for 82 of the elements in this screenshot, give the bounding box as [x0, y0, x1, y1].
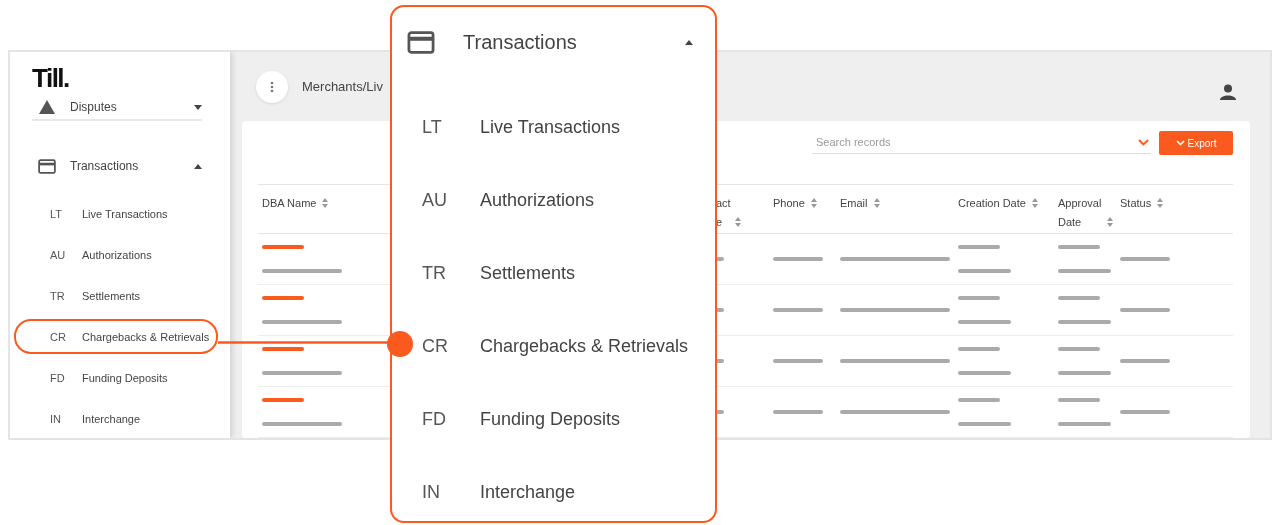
caret-up-icon — [194, 163, 202, 169]
placeholder-bar — [958, 371, 1011, 375]
more-vertical-icon — [270, 80, 274, 93]
menu-section[interactable]: Transactions — [463, 30, 657, 54]
placeholder-bar — [958, 422, 1011, 426]
item-abbreviation: TR — [422, 263, 447, 284]
placeholder-bar — [958, 296, 1000, 300]
placeholder-bar — [773, 308, 823, 312]
sort-icon[interactable] — [1031, 198, 1038, 208]
placeholder-bar — [958, 398, 1000, 402]
placeholder-bar — [773, 410, 823, 414]
placeholder-bar — [262, 245, 304, 249]
menu-item[interactable]: Interchange — [480, 482, 576, 503]
credit-card-icon — [38, 158, 56, 174]
sort-icon[interactable] — [1107, 217, 1114, 227]
column-header[interactable]: Creation Date — [958, 194, 1026, 213]
placeholder-bar — [773, 359, 823, 363]
sidebar-item[interactable]: Authorizations — [82, 248, 152, 261]
placeholder-bar — [1058, 245, 1100, 249]
item-abbreviation: CR — [422, 336, 449, 357]
sidebar-section[interactable]: Transactions — [70, 159, 180, 173]
placeholder-bar — [1058, 422, 1111, 426]
chevron-down-icon[interactable] — [1138, 138, 1149, 146]
sort-icon[interactable] — [322, 198, 329, 208]
menu-item[interactable]: Live Transactions — [480, 117, 621, 138]
placeholder-bar — [773, 257, 823, 261]
placeholder-bar — [1058, 320, 1111, 324]
column-header[interactable]: DBA Name — [262, 194, 317, 213]
placeholder-bar — [1120, 308, 1170, 312]
item-abbreviation: FD — [422, 409, 447, 430]
item-abbreviation: CR — [50, 330, 67, 343]
column-header[interactable]: Approval Date — [1058, 194, 1102, 232]
item-abbreviation: IN — [50, 412, 62, 425]
item-abbreviation: TR — [50, 289, 66, 302]
sort-icon[interactable] — [1157, 198, 1164, 208]
placeholder-bar — [1058, 371, 1111, 375]
sidebar-item[interactable]: Chargebacks & Retrievals — [82, 330, 210, 343]
logo: Till. — [32, 66, 69, 90]
item-abbreviation: FD — [50, 371, 66, 384]
placeholder-bar — [1058, 347, 1100, 351]
placeholder-bar — [958, 347, 1000, 351]
sidebar-item[interactable]: Live Transactions — [82, 207, 168, 220]
caret-down-icon — [194, 104, 202, 110]
placeholder-bar — [1058, 398, 1100, 402]
sidebar-item[interactable]: Funding Deposits — [82, 371, 168, 384]
placeholder-bar — [958, 269, 1011, 273]
breadcrumb: Merchants/Liv — [302, 79, 384, 94]
search-field[interactable]: Search records — [814, 135, 1138, 149]
placeholder-bar — [1120, 359, 1170, 363]
menu-item[interactable]: Funding Deposits — [480, 409, 621, 430]
placeholder-bar — [1058, 269, 1111, 273]
item-abbreviation: LT — [422, 117, 443, 138]
caret-up-icon — [685, 39, 693, 45]
sort-icon[interactable] — [734, 217, 741, 227]
placeholder-bar — [1120, 257, 1170, 261]
sidebar-section[interactable]: Disputes — [70, 100, 180, 114]
column-header[interactable]: Email — [840, 194, 868, 213]
placeholder-bar — [262, 398, 304, 402]
sort-icon[interactable] — [810, 198, 817, 208]
credit-card-icon — [407, 30, 435, 54]
placeholder-bar — [262, 347, 304, 351]
item-abbreviation: LT — [50, 207, 64, 220]
column-header[interactable]: Phone — [773, 194, 805, 213]
item-abbreviation: IN — [422, 482, 441, 503]
menu-item[interactable]: Authorizations — [480, 190, 595, 211]
placeholder-bar — [958, 245, 1000, 249]
item-abbreviation: AU — [50, 248, 67, 261]
placeholder-bar — [262, 296, 304, 300]
column-header[interactable]: Status — [1120, 194, 1152, 213]
sidebar-item[interactable]: Settlements — [82, 289, 141, 302]
placeholder-bar — [1120, 410, 1170, 414]
sort-icon[interactable] — [873, 198, 880, 208]
column-header[interactable]: act e — [716, 194, 731, 232]
chevron-down-icon — [1175, 140, 1185, 146]
placeholder-bar — [1058, 296, 1100, 300]
menu-item[interactable]: Chargebacks & Retrievals — [480, 336, 689, 357]
warning-icon — [38, 99, 56, 115]
placeholder-bar — [958, 320, 1011, 324]
item-abbreviation: AU — [422, 190, 448, 211]
menu-item[interactable]: Settlements — [480, 263, 576, 284]
sidebar-item[interactable]: Interchange — [82, 412, 141, 425]
user-icon[interactable] — [1220, 83, 1236, 100]
